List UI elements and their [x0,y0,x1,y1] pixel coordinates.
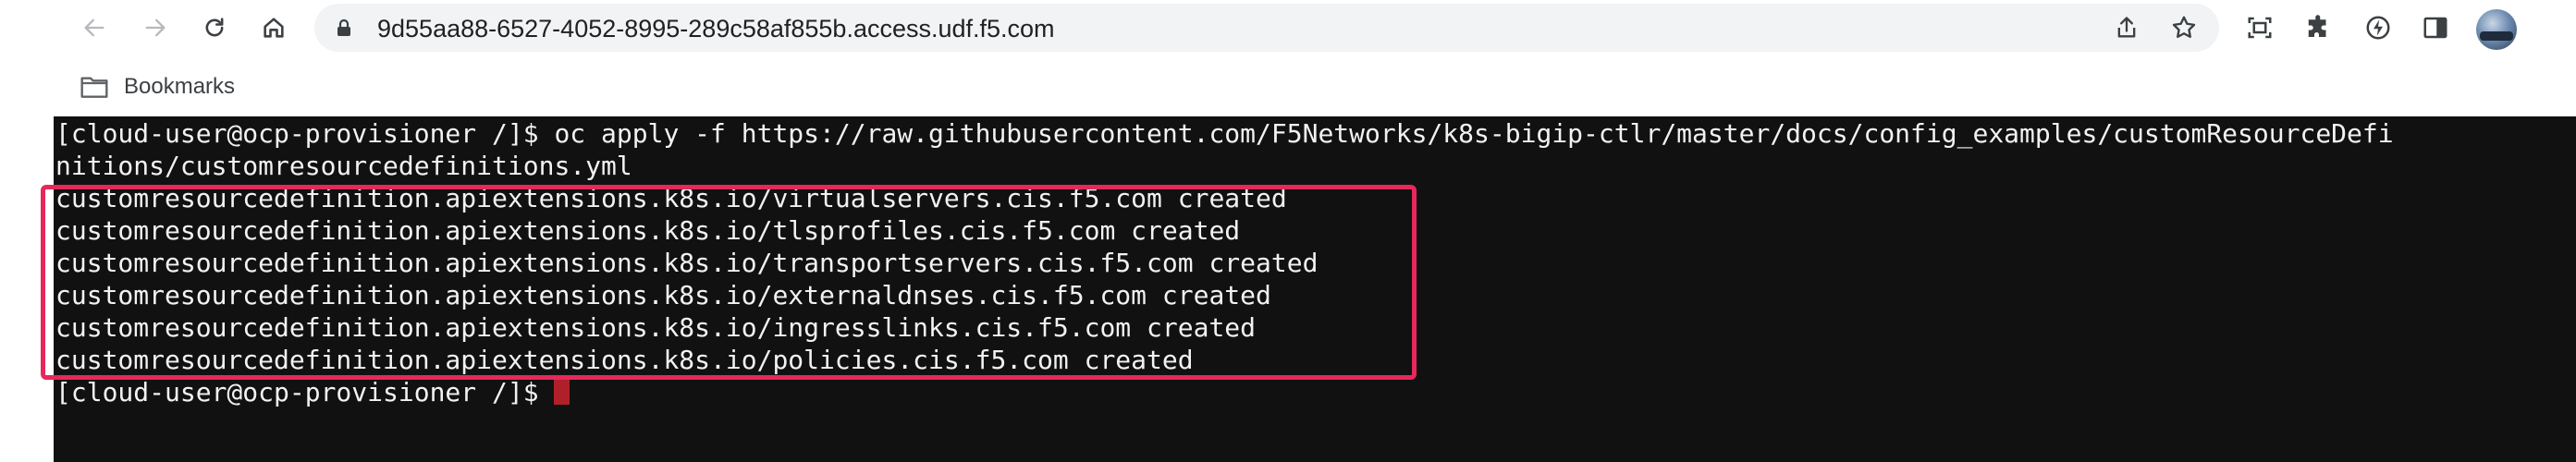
extensions-puzzle-icon [2308,15,2326,37]
terminal-prompt-line[interactable]: [cloud-user@ocp-provisioner /]$ [55,376,2394,408]
side-panel-button[interactable] [2417,9,2454,46]
bookmark-star-button[interactable] [2167,11,2201,44]
performance-button[interactable] [2360,9,2397,46]
bookmark-star-icon [2172,16,2196,39]
screenshot-button[interactable] [2241,9,2278,46]
performance-icon [2366,16,2390,40]
terminal-line: [cloud-user@ocp-provisioner /]$ oc apply… [55,118,2394,149]
extensions-button[interactable] [2300,9,2337,46]
terminal-prompt: [cloud-user@ocp-provisioner /]$ [55,377,555,407]
browser-toolbar: 9d55aa88-6527-4052-8995-289c58af855b.acc… [0,0,2576,57]
highlight-annotation-box [41,185,1417,380]
home-icon [264,18,284,38]
folder-icon [80,77,108,98]
reload-icon [205,18,224,37]
side-panel-icon [2423,17,2447,39]
reload-button[interactable] [196,9,233,46]
profile-avatar[interactable] [2476,9,2517,50]
screenshot-icon [2248,17,2272,39]
bookmarks-folder[interactable]: Bookmarks [80,68,235,105]
forward-arrow-icon [145,18,166,37]
address-bar[interactable]: 9d55aa88-6527-4052-8995-289c58af855b.acc… [314,4,2219,52]
share-icon [2117,17,2136,38]
terminal-line: nitions/customresourcedefinitions.yml [55,151,632,181]
url-text[interactable]: 9d55aa88-6527-4052-8995-289c58af855b.acc… [377,15,1055,43]
share-button[interactable] [2110,11,2143,44]
terminal-cursor [554,379,570,405]
home-button[interactable] [255,9,292,46]
lock-icon[interactable] [333,17,355,39]
back-button[interactable] [76,9,113,46]
bookmarks-bar: Bookmarks [0,57,2576,116]
bookmarks-folder-label: Bookmarks [124,74,236,99]
back-arrow-icon [84,18,104,37]
forward-button[interactable] [137,9,174,46]
